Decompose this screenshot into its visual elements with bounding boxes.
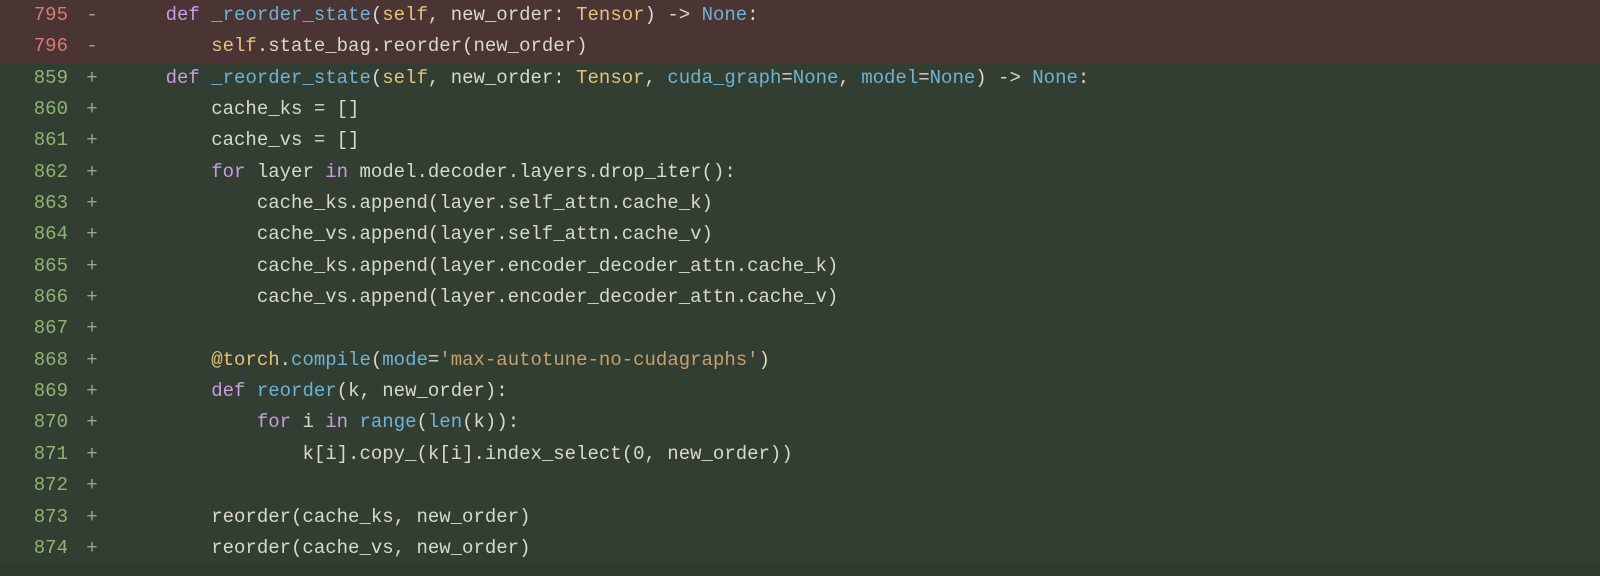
diff-line[interactable]: 868+ @torch.compile(mode='max-autotune-n… [0, 345, 1600, 376]
line-number: 873 [0, 502, 80, 533]
code-content[interactable]: for i in range(len(k)): [104, 407, 1600, 438]
code-content[interactable]: reorder(cache_vs, new_order) [104, 533, 1600, 564]
diff-line[interactable]: 860+ cache_ks = [] [0, 94, 1600, 125]
line-number: 872 [0, 470, 80, 501]
line-number: 865 [0, 251, 80, 282]
code-content[interactable] [104, 313, 1600, 344]
line-number: 867 [0, 313, 80, 344]
diff-added-marker: + [80, 219, 104, 250]
line-number: 796 [0, 31, 80, 62]
code-content[interactable]: self.state_bag.reorder(new_order) [104, 31, 1600, 62]
diff-line[interactable]: 866+ cache_vs.append(layer.encoder_decod… [0, 282, 1600, 313]
diff-added-marker: + [80, 125, 104, 156]
code-content[interactable]: def _reorder_state(self, new_order: Tens… [104, 63, 1600, 94]
diff-added-marker: + [80, 533, 104, 564]
code-content[interactable] [104, 470, 1600, 501]
code-content[interactable]: cache_ks = [] [104, 94, 1600, 125]
line-number: 871 [0, 439, 80, 470]
diff-removed-marker: - [80, 31, 104, 62]
diff-added-marker: + [80, 439, 104, 470]
diff-line[interactable]: 796- self.state_bag.reorder(new_order) [0, 31, 1600, 62]
diff-line[interactable]: 859+ def _reorder_state(self, new_order:… [0, 63, 1600, 94]
diff-line[interactable]: 867+ [0, 313, 1600, 344]
diff-line[interactable]: 873+ reorder(cache_ks, new_order) [0, 502, 1600, 533]
diff-line[interactable]: 795- def _reorder_state(self, new_order:… [0, 0, 1600, 31]
diff-added-marker: + [80, 376, 104, 407]
line-number: 861 [0, 125, 80, 156]
code-content[interactable]: cache_vs = [] [104, 125, 1600, 156]
line-number: 866 [0, 282, 80, 313]
code-content[interactable]: cache_vs.append(layer.self_attn.cache_v) [104, 219, 1600, 250]
code-content[interactable]: cache_vs.append(layer.encoder_decoder_at… [104, 282, 1600, 313]
diff-added-marker: + [80, 345, 104, 376]
diff-added-marker: + [80, 282, 104, 313]
code-content[interactable]: cache_ks.append(layer.encoder_decoder_at… [104, 251, 1600, 282]
line-number: 859 [0, 63, 80, 94]
code-content[interactable]: @torch.compile(mode='max-autotune-no-cud… [104, 345, 1600, 376]
diff-line[interactable]: 869+ def reorder(k, new_order): [0, 376, 1600, 407]
diff-line[interactable]: 872+ [0, 470, 1600, 501]
code-content[interactable]: def reorder(k, new_order): [104, 376, 1600, 407]
line-number: 874 [0, 533, 80, 564]
diff-line[interactable]: 861+ cache_vs = [] [0, 125, 1600, 156]
code-content[interactable]: cache_ks.append(layer.self_attn.cache_k) [104, 188, 1600, 219]
diff-line[interactable]: 871+ k[i].copy_(k[i].index_select(0, new… [0, 439, 1600, 470]
diff-view[interactable]: 795- def _reorder_state(self, new_order:… [0, 0, 1600, 564]
diff-removed-marker: - [80, 0, 104, 31]
line-number: 870 [0, 407, 80, 438]
code-content[interactable]: for layer in model.decoder.layers.drop_i… [104, 157, 1600, 188]
diff-added-marker: + [80, 470, 104, 501]
diff-line[interactable]: 862+ for layer in model.decoder.layers.d… [0, 157, 1600, 188]
diff-line[interactable]: 863+ cache_ks.append(layer.self_attn.cac… [0, 188, 1600, 219]
diff-added-marker: + [80, 157, 104, 188]
diff-added-marker: + [80, 251, 104, 282]
diff-added-marker: + [80, 94, 104, 125]
diff-line[interactable]: 870+ for i in range(len(k)): [0, 407, 1600, 438]
diff-added-marker: + [80, 313, 104, 344]
code-content[interactable]: def _reorder_state(self, new_order: Tens… [104, 0, 1600, 31]
diff-added-marker: + [80, 407, 104, 438]
line-number: 860 [0, 94, 80, 125]
line-number: 868 [0, 345, 80, 376]
diff-added-marker: + [80, 63, 104, 94]
line-number: 869 [0, 376, 80, 407]
diff-line[interactable]: 864+ cache_vs.append(layer.self_attn.cac… [0, 219, 1600, 250]
code-content[interactable]: k[i].copy_(k[i].index_select(0, new_orde… [104, 439, 1600, 470]
line-number: 864 [0, 219, 80, 250]
code-content[interactable]: reorder(cache_ks, new_order) [104, 502, 1600, 533]
diff-line[interactable]: 865+ cache_ks.append(layer.encoder_decod… [0, 251, 1600, 282]
line-number: 862 [0, 157, 80, 188]
diff-added-marker: + [80, 502, 104, 533]
diff-added-marker: + [80, 188, 104, 219]
line-number: 795 [0, 0, 80, 31]
line-number: 863 [0, 188, 80, 219]
diff-line[interactable]: 874+ reorder(cache_vs, new_order) [0, 533, 1600, 564]
